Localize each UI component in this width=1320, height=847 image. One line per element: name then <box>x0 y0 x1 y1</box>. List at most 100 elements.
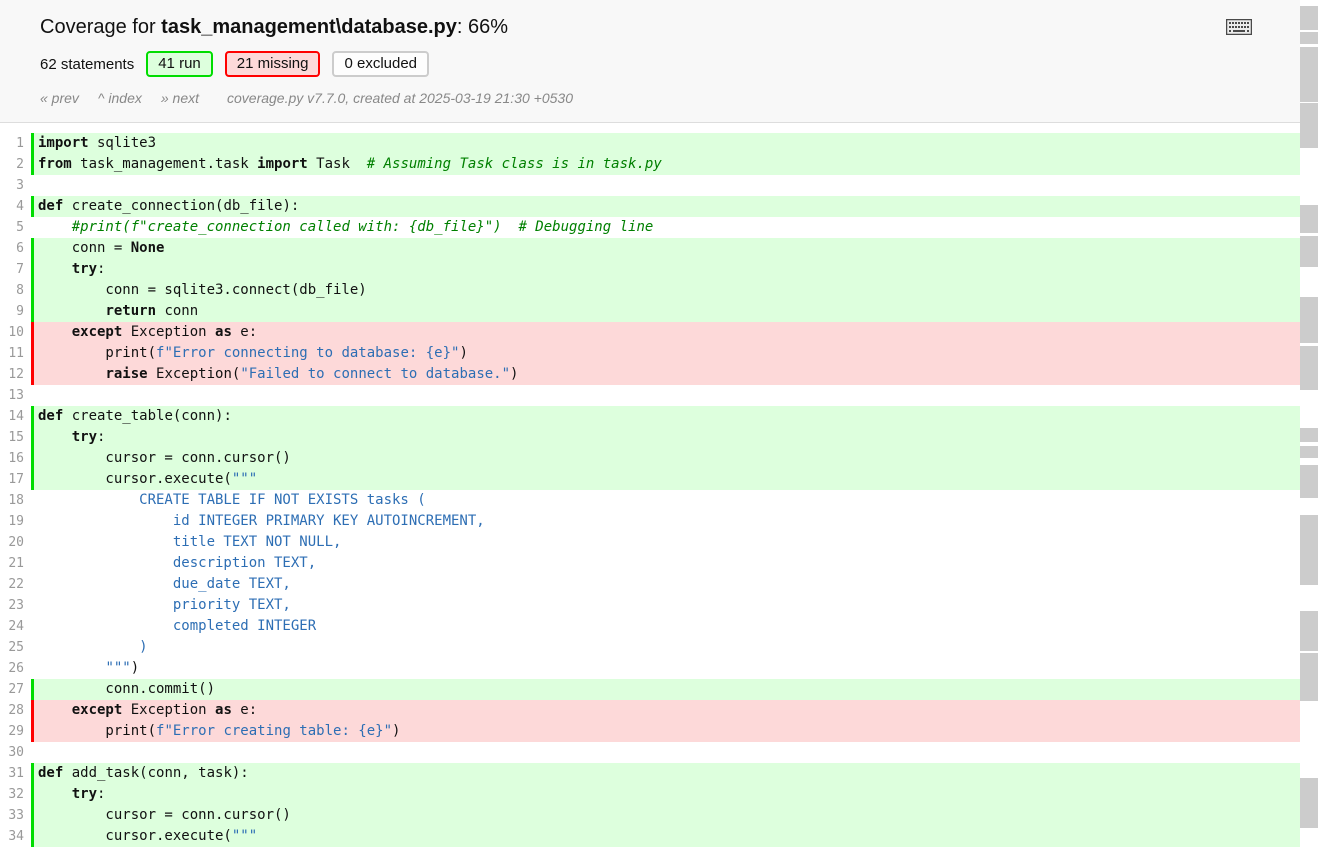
source-line: 19 id INTEGER PRIMARY KEY AUTOINCREMENT, <box>0 511 1320 532</box>
line-number-link[interactable]: 29 <box>0 721 24 742</box>
line-code: conn = None <box>31 238 1300 259</box>
source-line: 2 from task_management.task import Task #… <box>0 154 1320 175</box>
page-title: Coverage for task_management\database.py… <box>40 16 1300 39</box>
source-line: 12 raise Exception("Failed to connect to… <box>0 364 1320 385</box>
line-number-link[interactable]: 28 <box>0 700 24 721</box>
source-line: 27 conn.commit() <box>0 679 1320 700</box>
line-number-link[interactable]: 1 <box>0 133 24 154</box>
line-code: def add_task(conn, task): <box>31 763 1300 784</box>
line-number-link[interactable]: 20 <box>0 532 24 553</box>
source-line: 8 conn = sqlite3.connect(db_file) <box>0 280 1320 301</box>
source-line: 6 conn = None <box>0 238 1320 259</box>
source-lines: 1import sqlite32from task_management.tas… <box>0 123 1320 847</box>
source-line: 5 #print(f"create_connection called with… <box>0 217 1320 238</box>
line-number-link[interactable]: 14 <box>0 406 24 427</box>
line-number-link[interactable]: 32 <box>0 784 24 805</box>
line-code: try: <box>31 784 1300 805</box>
line-number-link[interactable]: 8 <box>0 280 24 301</box>
line-number-link[interactable]: 26 <box>0 658 24 679</box>
scroll-marker-block <box>1300 611 1318 651</box>
line-code: def create_table(conn): <box>31 406 1300 427</box>
line-number-link[interactable]: 13 <box>0 385 24 406</box>
source-line: 4 def create_connection(db_file): <box>0 196 1320 217</box>
source-line: 18 CREATE TABLE IF NOT EXISTS tasks ( <box>0 490 1320 511</box>
line-number-link[interactable]: 33 <box>0 805 24 826</box>
keyboard-icon <box>1226 19 1252 35</box>
index-link[interactable]: ^ index <box>98 90 142 106</box>
line-number-link[interactable]: 12 <box>0 364 24 385</box>
scroll-marker-block <box>1300 446 1318 458</box>
line-number-link[interactable]: 2 <box>0 154 24 175</box>
line-number-link[interactable]: 6 <box>0 238 24 259</box>
source-line: 22 due_date TEXT, <box>0 574 1320 595</box>
line-number-link[interactable]: 21 <box>0 553 24 574</box>
toggle-missing-button[interactable]: 21 missing <box>225 51 321 77</box>
line-code: cursor.execute(""" <box>31 826 1300 847</box>
line-code: except Exception as e: <box>31 700 1300 721</box>
line-code: completed INTEGER <box>31 616 1300 637</box>
scroll-marker-block <box>1300 32 1318 44</box>
keyboard-shortcuts-button[interactable] <box>1226 19 1252 38</box>
line-number-link[interactable]: 23 <box>0 595 24 616</box>
line-code: raise Exception("Failed to connect to da… <box>31 364 1300 385</box>
line-number-link[interactable]: 31 <box>0 763 24 784</box>
line-code: conn = sqlite3.connect(db_file) <box>31 280 1300 301</box>
scroll-marker-block <box>1300 47 1318 102</box>
line-number-link[interactable]: 18 <box>0 490 24 511</box>
source-line: 11 print(f"Error connecting to database:… <box>0 343 1320 364</box>
title-filename: task_management\database.py <box>161 16 457 38</box>
line-code: except Exception as e: <box>31 322 1300 343</box>
next-file-link[interactable]: » next <box>161 90 199 106</box>
coverage-stats: 62 statements 41 run 21 missing 0 exclud… <box>40 51 1300 77</box>
line-number-link[interactable]: 5 <box>0 217 24 238</box>
line-code: def create_connection(db_file): <box>31 196 1300 217</box>
toggle-excluded-button[interactable]: 0 excluded <box>332 51 429 77</box>
line-number-link[interactable]: 19 <box>0 511 24 532</box>
line-number-link[interactable]: 24 <box>0 616 24 637</box>
source-line: 23 priority TEXT, <box>0 595 1320 616</box>
source-line: 14 def create_table(conn): <box>0 406 1320 427</box>
toggle-run-button[interactable]: 41 run <box>146 51 213 77</box>
scroll-marker-block <box>1300 465 1318 498</box>
title-prefix: Coverage for <box>40 16 161 38</box>
title-percentage: : 66% <box>457 16 508 38</box>
line-code: return conn <box>31 301 1300 322</box>
report-nav: « prev^ index» nextcoverage.py v7.7.0, c… <box>40 90 1300 106</box>
source-line: 20 title TEXT NOT NULL, <box>0 532 1320 553</box>
line-code: print(f"Error connecting to database: {e… <box>31 343 1300 364</box>
line-code: title TEXT NOT NULL, <box>31 532 1300 553</box>
scroll-marker-block <box>1300 6 1318 30</box>
line-number-link[interactable]: 16 <box>0 448 24 469</box>
line-number-link[interactable]: 17 <box>0 469 24 490</box>
source-line: 31 def add_task(conn, task): <box>0 763 1320 784</box>
scroll-marker-block <box>1300 236 1318 267</box>
line-code: cursor.execute(""" <box>31 469 1300 490</box>
line-code: from task_management.task import Task # … <box>31 154 1300 175</box>
source-line: 34 cursor.execute(""" <box>0 826 1320 847</box>
line-number-link[interactable]: 9 <box>0 301 24 322</box>
line-number-link[interactable]: 22 <box>0 574 24 595</box>
source-line: 30 <box>0 742 1320 763</box>
line-number-link[interactable]: 11 <box>0 343 24 364</box>
line-code: cursor = conn.cursor() <box>31 805 1300 826</box>
line-number-link[interactable]: 15 <box>0 427 24 448</box>
line-number-link[interactable]: 25 <box>0 637 24 658</box>
source-line: 7 try: <box>0 259 1320 280</box>
scroll-marker[interactable] <box>1300 0 1320 836</box>
line-number-link[interactable]: 7 <box>0 259 24 280</box>
line-number-link[interactable]: 27 <box>0 679 24 700</box>
prev-file-link[interactable]: « prev <box>40 90 79 106</box>
line-code: #print(f"create_connection called with: … <box>31 217 1300 238</box>
scroll-marker-block <box>1300 778 1318 828</box>
line-number-link[interactable]: 4 <box>0 196 24 217</box>
line-number-link[interactable]: 3 <box>0 175 24 196</box>
line-number-link[interactable]: 30 <box>0 742 24 763</box>
statements-count: 62 statements <box>40 56 134 73</box>
line-number-link[interactable]: 34 <box>0 826 24 847</box>
source-line: 33 cursor = conn.cursor() <box>0 805 1320 826</box>
source-line: 29 print(f"Error creating table: {e}") <box>0 721 1320 742</box>
line-number-link[interactable]: 10 <box>0 322 24 343</box>
source-line: 9 return conn <box>0 301 1320 322</box>
source-line: 3 <box>0 175 1320 196</box>
source-line: 26 """) <box>0 658 1320 679</box>
